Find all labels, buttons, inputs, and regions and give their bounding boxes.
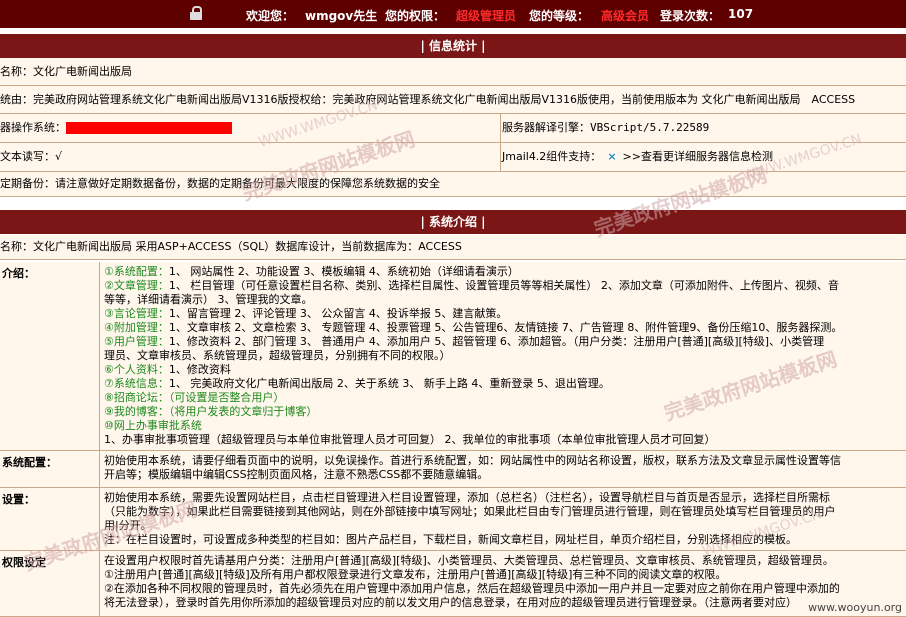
- intro-line-text: ①注册用户[普通][高级][特级]及所有用户都权限登录进行文章发布，注册用户[普…: [104, 568, 727, 581]
- rw-check: √: [55, 150, 63, 163]
- site-name-row: 名称：文化广电新闻出版局: [0, 58, 906, 86]
- intro-line-lead[interactable]: ⑤用户管理：: [104, 335, 169, 348]
- intro-line-text: 用|分开。: [104, 519, 152, 532]
- intro-line-lead[interactable]: ④附加管理：: [104, 321, 169, 334]
- intro-row-permissions: 权限设定 在设置用户权限时首先请基用户分类：注册用户[普通][高级][特级]、小…: [0, 551, 906, 617]
- intro-line: ⑤用户管理：1、修改资料 2、部门管理 3、 普通用户 4、添加用户 5、超管管…: [104, 335, 906, 349]
- intro-line: 等等，详细请看演示） 3、管理我的文章。: [104, 293, 906, 307]
- jmail-x-icon: ×: [607, 150, 617, 163]
- intro-line: ⑨我的博客：（将用户发表的文章归于博客）: [104, 405, 906, 419]
- intro-row-config: 系统配置： 初始使用本系统，请要仔细看页面中的说明，以免误操作。首进行系统配置，…: [0, 451, 906, 488]
- intro-line: 注：在栏目设置时，可设置成多种类型的栏目如：图片产品栏目，下载栏目，新闻文章栏目…: [104, 533, 906, 547]
- intro-line-text: 初始使用本系统，需要先设置网站栏目，点击栏目管理进入栏目设置管理，添加（总栏名）…: [104, 491, 830, 504]
- intro-line-text: （只能为数字），如果此栏目需要链接到其他网站，则在外部链接中填写网址；如果此栏目…: [104, 505, 836, 518]
- intro-line: 开启等；模版编辑中编辑CSS控制页面风格，注意不熟悉CSS都不要随意编辑。: [104, 468, 906, 482]
- intro-line: 1、办事审批事项管理（超级管理员与本单位审批管理人员才可回复） 2、我单位的审批…: [104, 433, 906, 447]
- intro-line: ②文章管理：1、 栏目管理（可任意设置栏目名称、类别、选择栏目属性、设置管理员等…: [104, 279, 906, 293]
- permission-value: 超级管理员: [456, 9, 517, 23]
- welcome-label: 欢迎您：: [246, 9, 295, 23]
- intro-line: ①注册用户[普通][高级][特级]及所有用户都权限登录进行文章发布，注册用户[普…: [104, 568, 906, 582]
- intro-line-lead[interactable]: ③言论管理：: [104, 307, 169, 320]
- intro-line-lead[interactable]: ①系统配置：: [104, 265, 169, 278]
- intro-line-text: 1、文章审核 2、文章检索 3、 专题管理 4、投票管理 5、公告管理6、友情链…: [168, 321, 843, 334]
- system-intro-title: | 系统介绍 |: [420, 215, 486, 229]
- intro-line-lead[interactable]: ②文章管理：: [104, 279, 169, 292]
- redacted-os-value: [66, 122, 232, 134]
- intro-line-text: 理员、文章审核员、系统管理员，超级管理员，分别拥有不同的权限。）: [104, 349, 451, 362]
- lock-icon: [190, 6, 202, 20]
- intro-line-lead[interactable]: ⑩网上办事审批系统: [104, 419, 202, 432]
- intro-line-text: 等等，详细请看演示） 3、管理我的文章。: [104, 293, 313, 306]
- intro-row-setup: 设置： 初始使用本系统，需要先设置网站栏目，点击栏目管理进入栏目设置管理，添加（…: [0, 488, 906, 551]
- login-count-label: 登录次数：: [660, 9, 721, 23]
- os-row: 器操作系统： 服务器解译引擎：VBScript/5.7.22589: [0, 114, 906, 143]
- intro-line: ⑩网上办事审批系统: [104, 419, 906, 433]
- level-value: 高级会员: [601, 9, 650, 23]
- intro-line-text: ②在添加各种不同权限的管理员时，首先必须先在用户管理中添加用户信息，然后在超级管…: [104, 582, 840, 595]
- intro-line: ③言论管理：1、留言管理 2、评论管理 3、 公众留言 4、投诉举报 5、建言献…: [104, 307, 906, 321]
- intro-line-text: 注：在栏目设置时，可设置成多种类型的栏目如：图片产品栏目，下载栏目，新闻文章栏目…: [104, 533, 797, 546]
- info-stats-title: | 信息统计 |: [420, 39, 486, 53]
- intro-line-text: 1、 网站属性 2、功能设置 3、模板编辑 4、系统初始（详细请看演示）: [168, 265, 519, 278]
- intro-line-lead[interactable]: ⑦系统信息：: [104, 377, 169, 390]
- rw-label: 文本读写：: [0, 150, 55, 163]
- intro-line: ⑧招商论坛：（可设置是否整合用户）: [104, 391, 906, 405]
- intro-line-text: 1、 栏目管理（可任意设置栏目名称、类别、选择栏目属性、设置管理员等等相关属性）…: [168, 279, 839, 292]
- site-name: 名称：文化广电新闻出版局: [0, 65, 132, 78]
- intro-line-text: 1、办事审批事项管理（超级管理员与本单位审批管理人员才可回复） 2、我单位的审批…: [104, 433, 716, 446]
- db-summary: 名称：文化广电新闻出版局 采用ASP+ACCESS（SQL）数据库设计，当前数据…: [0, 240, 462, 253]
- intro-line: 理员、文章审核员、系统管理员，超级管理员，分别拥有不同的权限。）: [104, 349, 906, 363]
- intro-line: 在设置用户权限时首先请基用户分类：注册用户[普通][高级][特级]、小类管理员、…: [104, 554, 906, 568]
- os-label: 器操作系统：: [0, 121, 66, 134]
- jmail-label: Jmail4.2组件支持：: [502, 150, 602, 163]
- login-count-value: 107: [728, 7, 754, 21]
- intro-line: ②在添加各种不同权限的管理员时，首先必须先在用户管理中添加用户信息，然后在超级管…: [104, 582, 906, 596]
- intro-row-label: 权限设定: [0, 551, 100, 616]
- intro-line: ①系统配置：1、 网站属性 2、功能设置 3、模板编辑 4、系统初始（详细请看演…: [104, 265, 906, 279]
- intro-line-text: 1、 完美政府文化广电新闻出版局 2、关于系统 3、 新手上路 4、重新登录 5…: [168, 377, 610, 390]
- intro-line-text: 在设置用户权限时首先请基用户分类：注册用户[普通][高级][特级]、小类管理员、…: [104, 554, 834, 567]
- intro-row-label: 设置：: [0, 488, 100, 550]
- intro-line-text: 开启等；模版编辑中编辑CSS控制页面风格，注意不熟悉CSS都不要随意编辑。: [104, 468, 489, 481]
- server-detail-link[interactable]: >>查看更详细服务器信息检测: [623, 150, 773, 163]
- intro-line-text: 1、留言管理 2、评论管理 3、 公众留言 4、投诉举报 5、建言献策。: [168, 307, 508, 320]
- system-license-row: 统由：完美政府网站管理系统文化广电新闻出版局V1316版授权给：完美政府网站管理…: [0, 86, 906, 114]
- intro-line-text: 将无法登录），登录时首先用你所添加的超级管理员对应的前以发文用户的信息登录，在用…: [104, 596, 797, 609]
- permission-label: 您的权限：: [385, 9, 446, 23]
- intro-row-label: 介绍：: [0, 262, 100, 450]
- level-label: 您的等级：: [529, 9, 590, 23]
- system-intro-header: | 系统介绍 |: [0, 210, 906, 234]
- intro-line: ⑥个人资料：1、修改资料: [104, 363, 906, 377]
- backup-note: 定期备份：请注意做好定期数据备份，数据的定期备份可最大限度的保障您系统数据的安全: [0, 177, 440, 190]
- db-summary-row: 名称：文化广电新闻出版局 采用ASP+ACCESS（SQL）数据库设计，当前数据…: [0, 235, 906, 260]
- intro-line-text: 1、修改资料 2、部门管理 3、 普通用户 4、添加用户 5、超管管理 6、添加…: [168, 335, 825, 348]
- intro-row-label: 系统配置：: [0, 451, 100, 487]
- intro-row-features: 介绍： ①系统配置：1、 网站属性 2、功能设置 3、模板编辑 4、系统初始（详…: [0, 262, 906, 451]
- intro-line-lead[interactable]: ⑨我的博客：（将用户发表的文章归于博客）: [104, 405, 317, 418]
- username: wmgov先生: [305, 9, 378, 23]
- intro-line: ⑦系统信息：1、 完美政府文化广电新闻出版局 2、关于系统 3、 新手上路 4、…: [104, 377, 906, 391]
- system-license: 统由：完美政府网站管理系统文化广电新闻出版局V1316版授权给：完美政府网站管理…: [0, 93, 856, 106]
- intro-line-lead[interactable]: ⑧招商论坛：（可设置是否整合用户）: [104, 391, 284, 404]
- corner-watermark: www.wooyun.org: [808, 601, 902, 614]
- intro-line-text: 1、修改资料: [168, 363, 231, 376]
- intro-line: 将无法登录），登录时首先用你所添加的超级管理员对应的前以发文用户的信息登录，在用…: [104, 596, 906, 610]
- info-stats-header: | 信息统计 |: [0, 34, 906, 58]
- intro-line: 初始使用本系统，需要先设置网站栏目，点击栏目管理进入栏目设置管理，添加（总栏名）…: [104, 491, 906, 505]
- intro-line-text: 初始使用本系统，请要仔细看页面中的说明，以免误操作。首进行系统配置，如：网站属性…: [104, 454, 841, 467]
- intro-line-lead[interactable]: ⑥个人资料：: [104, 363, 169, 376]
- intro-line: 初始使用本系统，请要仔细看页面中的说明，以免误操作。首进行系统配置，如：网站属性…: [104, 454, 906, 468]
- top-header-bar: 欢迎您： wmgov先生 您的权限： 超级管理员 您的等级： 高级会员 登录次数…: [0, 0, 906, 28]
- script-engine: 服务器解译引擎：VBScript/5.7.22589: [502, 121, 710, 134]
- intro-line: ④附加管理：1、文章审核 2、文章检索 3、 专题管理 4、投票管理 5、公告管…: [104, 321, 906, 335]
